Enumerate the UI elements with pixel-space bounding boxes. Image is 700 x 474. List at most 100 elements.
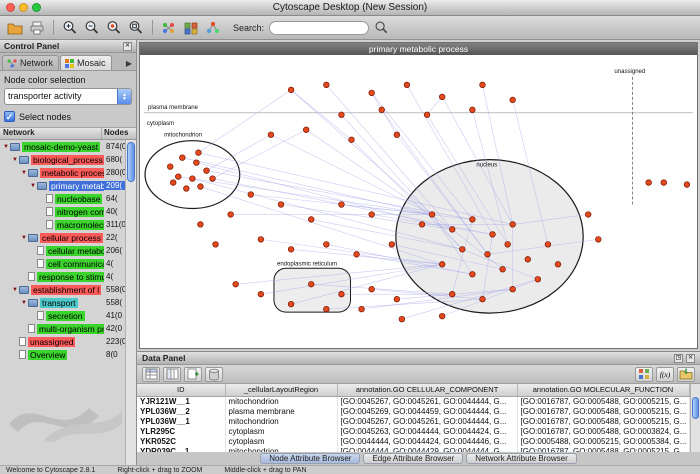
network-node[interactable] bbox=[545, 242, 551, 248]
network-node[interactable] bbox=[198, 222, 204, 228]
title-bar[interactable]: Cytoscape Desktop (New Session) bbox=[0, 0, 700, 16]
network-node[interactable] bbox=[449, 227, 455, 233]
unselect-attributes-button[interactable] bbox=[163, 367, 181, 382]
network-node[interactable] bbox=[470, 107, 476, 113]
cell-cellular[interactable]: [GO:0044444, GO:0044429, GO:0044444, G..… bbox=[337, 446, 517, 452]
float-panel-icon[interactable]: ◳ bbox=[674, 354, 683, 363]
network-node[interactable] bbox=[324, 306, 330, 312]
network-node[interactable] bbox=[190, 176, 196, 182]
cell-molecular[interactable]: [GO:0016787, GO:0005488, GO:0005215, G..… bbox=[517, 446, 689, 452]
network-node[interactable] bbox=[535, 276, 541, 282]
column-header-id[interactable]: ID bbox=[137, 384, 225, 396]
network-node[interactable] bbox=[399, 316, 405, 322]
cell-molecular[interactable]: [GO:0016787, GO:0005488, GO:0003824, G..… bbox=[517, 426, 689, 436]
network-node[interactable] bbox=[449, 291, 455, 297]
network-node[interactable] bbox=[379, 107, 385, 113]
tree-row[interactable]: secretion41(0 bbox=[0, 309, 136, 322]
cell-region[interactable]: cytoplasm bbox=[225, 426, 337, 436]
tree-row[interactable]: ▼establishment of l558(0 bbox=[0, 283, 136, 296]
tab-node-attribute-browser[interactable]: Node Attribute Browser bbox=[260, 453, 360, 464]
network-node[interactable] bbox=[684, 182, 690, 188]
import-attributes-button[interactable] bbox=[677, 367, 695, 382]
network-node[interactable] bbox=[170, 180, 176, 186]
tree-row[interactable]: Overview8(0 bbox=[0, 348, 136, 361]
network-node[interactable] bbox=[429, 212, 435, 218]
tab-network[interactable]: Network bbox=[2, 55, 59, 70]
network-node[interactable] bbox=[258, 291, 264, 297]
open-session-button[interactable] bbox=[5, 18, 25, 37]
tab-edge-attribute-browser[interactable]: Edge Attribute Browser bbox=[363, 453, 463, 464]
network-node[interactable] bbox=[470, 217, 476, 223]
network-node[interactable] bbox=[288, 247, 294, 253]
cell-cellular[interactable]: [GO:0045269, GO:0044459, GO:0044444, G..… bbox=[337, 406, 517, 416]
table-row[interactable]: YKR052Ccytoplasm[GO:0044444, GO:0044424,… bbox=[137, 436, 689, 446]
cell-region[interactable]: mitochondrion bbox=[225, 446, 337, 452]
cell-cellular[interactable]: [GO:0045263, GO:0044444, GO:0044424, G..… bbox=[337, 426, 517, 436]
network-node[interactable] bbox=[339, 202, 345, 208]
network-node[interactable] bbox=[661, 180, 667, 186]
network-node[interactable] bbox=[480, 296, 486, 302]
tree-row[interactable]: ▼biological_process680( bbox=[0, 153, 136, 166]
network-graph[interactable]: plasma membranecytoplasmmitochondrionnuc… bbox=[140, 55, 697, 348]
network-node[interactable] bbox=[439, 261, 445, 267]
network-node[interactable] bbox=[510, 222, 516, 228]
network-node[interactable] bbox=[510, 97, 516, 103]
tree-row[interactable]: cellular metabo206( bbox=[0, 244, 136, 257]
network-node[interactable] bbox=[194, 160, 200, 166]
tab-scroll-right-icon[interactable]: ▶ bbox=[126, 59, 134, 70]
column-header-region[interactable]: _cellularLayoutRegion bbox=[225, 384, 337, 396]
new-attribute-button[interactable] bbox=[184, 367, 202, 382]
tree-scrollbar[interactable] bbox=[125, 140, 136, 465]
network-node[interactable] bbox=[196, 150, 202, 156]
network-node[interactable] bbox=[369, 212, 375, 218]
zoom-selected-button[interactable] bbox=[104, 18, 124, 37]
tree-row[interactable]: nitrogen compo40( bbox=[0, 205, 136, 218]
network-node[interactable] bbox=[585, 212, 591, 218]
network-node[interactable] bbox=[439, 313, 445, 319]
cell-id[interactable]: YDR039C__1 bbox=[137, 446, 225, 452]
network-node[interactable] bbox=[184, 186, 190, 192]
network-node[interactable] bbox=[198, 184, 204, 190]
network-node[interactable] bbox=[555, 261, 561, 267]
delete-attribute-button[interactable] bbox=[205, 367, 223, 382]
network-node[interactable] bbox=[324, 242, 330, 248]
network-node[interactable] bbox=[233, 281, 239, 287]
network-node[interactable] bbox=[288, 87, 294, 93]
expander-icon[interactable]: ▼ bbox=[20, 170, 28, 176]
network-node[interactable] bbox=[248, 192, 254, 198]
tab-network-attribute-browser[interactable]: Network Attribute Browser bbox=[466, 453, 576, 464]
scrollbar-thumb[interactable] bbox=[692, 397, 699, 419]
network-node[interactable] bbox=[525, 257, 531, 263]
network-node[interactable] bbox=[485, 252, 491, 258]
select-attributes-button[interactable] bbox=[142, 367, 160, 382]
cell-molecular[interactable]: [GO:0016787, GO:0005488, GO:0005215, G..… bbox=[517, 396, 689, 406]
network-node[interactable] bbox=[228, 212, 234, 218]
network-node[interactable] bbox=[179, 155, 185, 161]
tree-row[interactable]: multi-organism pro42(0 bbox=[0, 322, 136, 335]
cell-id[interactable]: YPL036W__2 bbox=[137, 406, 225, 416]
zoom-window-button[interactable] bbox=[32, 3, 41, 12]
table-row[interactable]: YDR039C__1mitochondrion[GO:0044444, GO:0… bbox=[137, 446, 689, 452]
network-node[interactable] bbox=[394, 132, 400, 138]
table-row[interactable]: YPL036W__1mitochondrion[GO:0045267, GO:0… bbox=[137, 416, 689, 426]
network-node[interactable] bbox=[369, 286, 375, 292]
network-node[interactable] bbox=[500, 266, 506, 272]
zoom-fit-button[interactable] bbox=[126, 18, 146, 37]
tree-row[interactable]: macromolecule311(0 bbox=[0, 218, 136, 231]
close-icon[interactable]: ✕ bbox=[123, 42, 132, 51]
column-header-cellular-component[interactable]: annotation.GO CELLULAR_COMPONENT bbox=[337, 384, 517, 396]
cell-cellular[interactable]: [GO:0045267, GO:0045261, GO:0044444, G..… bbox=[337, 416, 517, 426]
table-row[interactable]: YPL036W__2plasma membrane[GO:0045269, GO… bbox=[137, 406, 689, 416]
tree-row[interactable]: unassigned223(0 bbox=[0, 335, 136, 348]
zoom-out-button[interactable] bbox=[82, 18, 102, 37]
column-header-molecular-function[interactable]: annotation.GO MOLECULAR_FUNCTION bbox=[517, 384, 689, 396]
cell-region[interactable]: cytoplasm bbox=[225, 436, 337, 446]
tree-row[interactable]: ▼mosaic-demo-yeast874(0 bbox=[0, 140, 136, 153]
network-node[interactable] bbox=[389, 242, 395, 248]
cell-region[interactable]: mitochondrion bbox=[225, 396, 337, 406]
network-node[interactable] bbox=[439, 94, 445, 100]
close-window-button[interactable] bbox=[6, 3, 15, 12]
network-node[interactable] bbox=[505, 242, 511, 248]
network-node[interactable] bbox=[369, 90, 375, 96]
tree-column-nodes[interactable]: Nodes bbox=[102, 128, 136, 139]
